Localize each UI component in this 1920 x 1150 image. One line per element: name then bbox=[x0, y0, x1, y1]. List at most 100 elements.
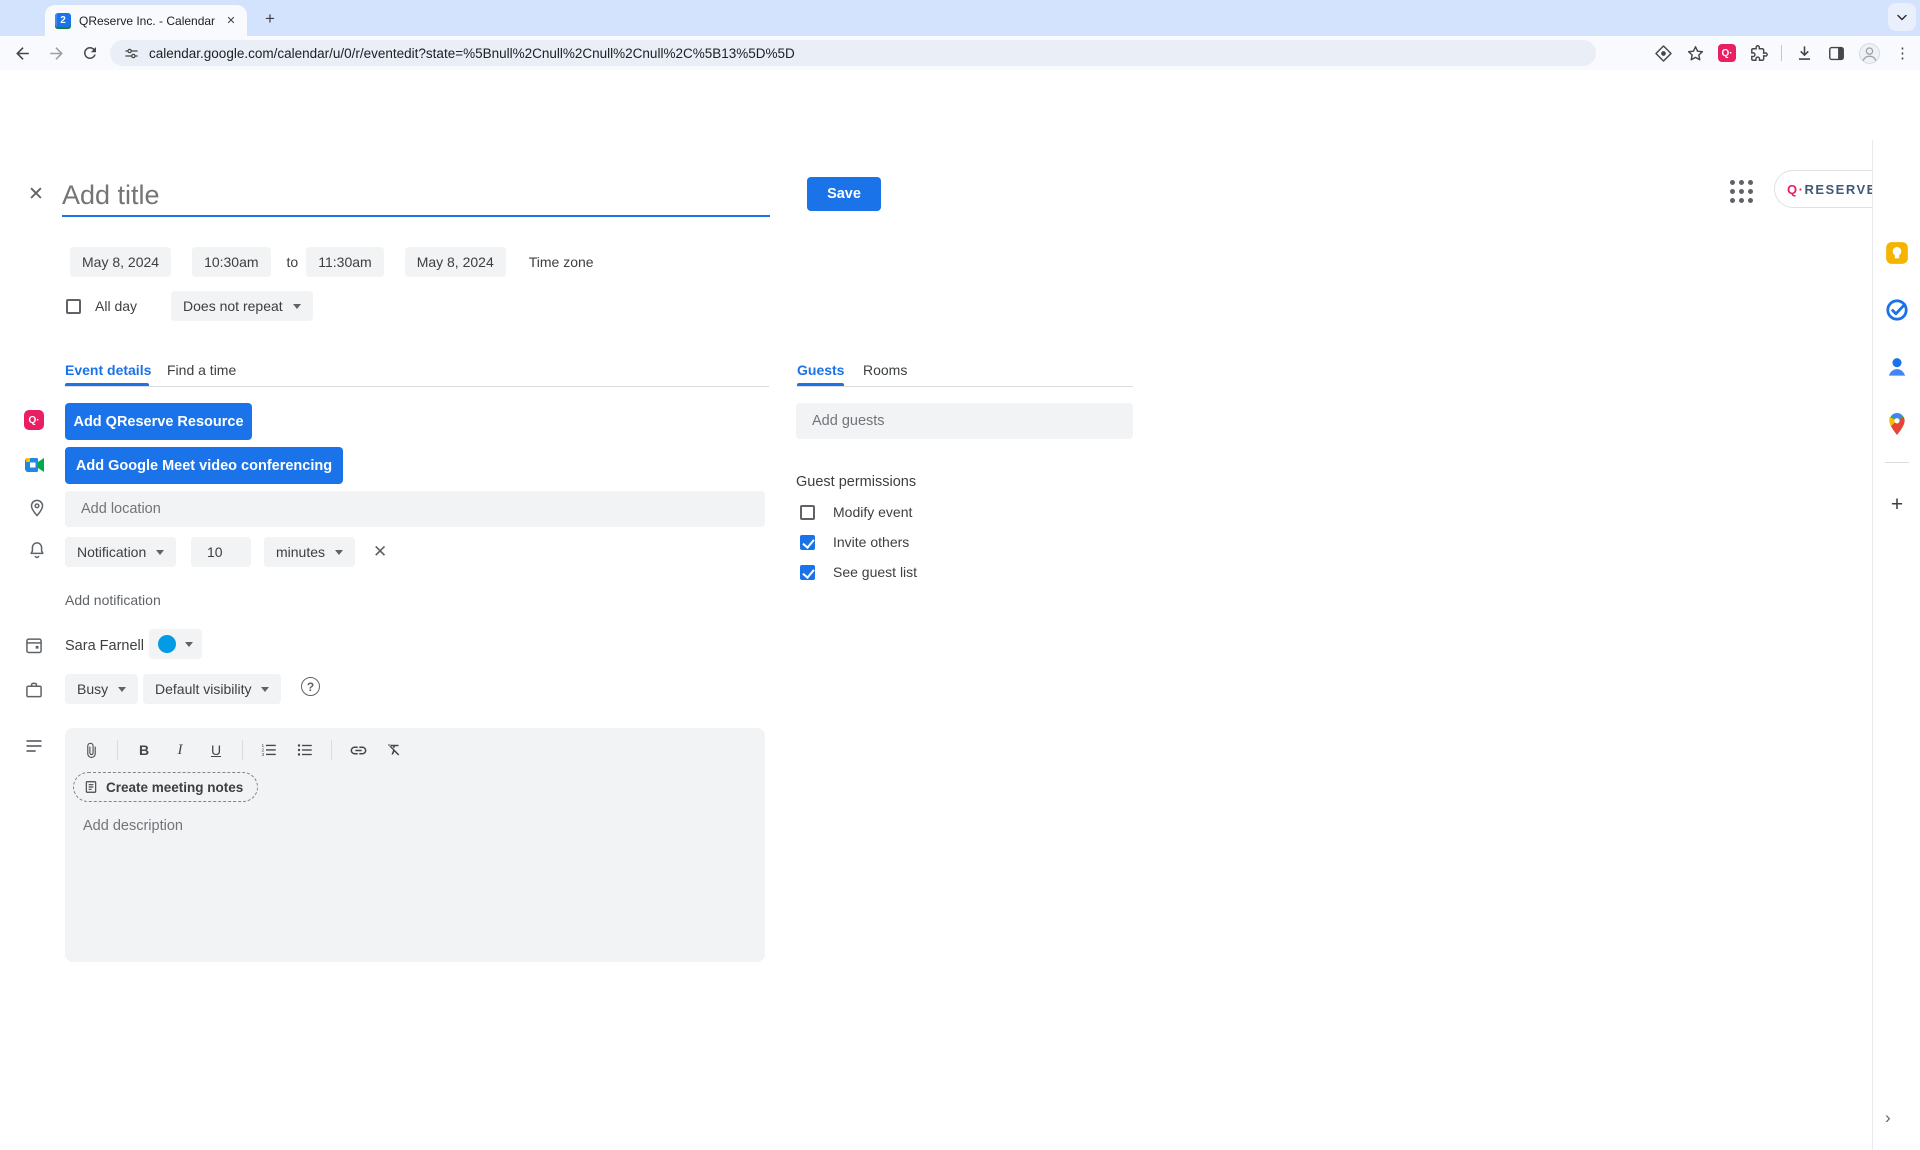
visibility-dropdown[interactable]: Default visibility bbox=[143, 674, 281, 704]
add-notification-link[interactable]: Add notification bbox=[65, 592, 161, 608]
add-qreserve-resource-button[interactable]: Add QReserve Resource bbox=[65, 403, 252, 440]
url-bar[interactable]: calendar.google.com/calendar/u/0/r/event… bbox=[110, 40, 1596, 66]
get-add-ons-button[interactable]: + bbox=[1884, 492, 1910, 518]
end-time-chip[interactable]: 11:30am bbox=[306, 247, 383, 277]
side-panel-icon[interactable] bbox=[1827, 44, 1846, 63]
ordered-list-icon[interactable]: 123 bbox=[259, 739, 279, 761]
attachment-icon[interactable] bbox=[81, 739, 101, 761]
new-tab-button[interactable]: + bbox=[258, 7, 282, 31]
tab-find-a-time[interactable]: Find a time bbox=[167, 362, 236, 378]
chevron-down-icon bbox=[156, 550, 164, 555]
permission-row-modify: Modify event bbox=[800, 504, 912, 520]
italic-button[interactable]: I bbox=[170, 739, 190, 761]
location-input[interactable] bbox=[65, 491, 765, 527]
event-calendar-icon bbox=[24, 635, 44, 655]
close-icon[interactable]: ✕ bbox=[22, 180, 50, 208]
tab-event-details[interactable]: Event details bbox=[65, 362, 151, 378]
chevron-down-icon bbox=[335, 550, 343, 555]
link-icon[interactable] bbox=[348, 739, 368, 761]
profile-avatar[interactable] bbox=[1859, 43, 1880, 64]
collapse-panel-chevron-icon[interactable]: › bbox=[1885, 1108, 1891, 1128]
contacts-icon[interactable] bbox=[1884, 354, 1910, 380]
browser-tab[interactable]: 2 QReserve Inc. - Calendar - Ev ✕ bbox=[45, 5, 247, 36]
create-meeting-notes-button[interactable]: Create meeting notes bbox=[73, 772, 258, 802]
reload-icon[interactable] bbox=[76, 39, 104, 67]
notification-unit-dropdown[interactable]: minutes bbox=[264, 537, 355, 567]
end-date-chip[interactable]: May 8, 2024 bbox=[405, 247, 506, 277]
all-day-label: All day bbox=[95, 298, 137, 314]
download-icon[interactable] bbox=[1795, 44, 1814, 63]
permission-row-invite: Invite others bbox=[800, 534, 909, 550]
toolbar-separator bbox=[1781, 45, 1782, 61]
qreserve-logo-text: Q·RESERVE bbox=[1787, 182, 1877, 197]
maps-icon[interactable] bbox=[1884, 411, 1910, 437]
calendar-owner-name: Sara Farnell bbox=[65, 638, 144, 654]
right-tabs-divider bbox=[797, 386, 1133, 387]
modify-event-checkbox[interactable] bbox=[800, 505, 815, 520]
url-text: calendar.google.com/calendar/u/0/r/event… bbox=[149, 46, 795, 61]
briefcase-icon bbox=[24, 680, 44, 700]
notification-minutes-input[interactable] bbox=[191, 537, 251, 567]
forward-icon[interactable] bbox=[42, 39, 70, 67]
svg-text:3: 3 bbox=[262, 752, 265, 758]
tab-guests[interactable]: Guests bbox=[797, 362, 844, 378]
tab-search-chevron-icon[interactable] bbox=[1888, 3, 1916, 31]
start-time-chip[interactable]: 10:30am bbox=[192, 247, 270, 277]
all-day-checkbox[interactable] bbox=[66, 299, 81, 314]
busy-dropdown[interactable]: Busy bbox=[65, 674, 138, 704]
chevron-down-icon bbox=[293, 304, 301, 309]
bold-button[interactable]: B bbox=[134, 739, 154, 761]
bookmark-star-icon[interactable] bbox=[1686, 44, 1705, 63]
datetime-row: May 8, 2024 10:30am to 11:30am May 8, 20… bbox=[70, 247, 594, 277]
back-icon[interactable] bbox=[8, 39, 36, 67]
format-toolbar: B I U 123 bbox=[81, 738, 404, 762]
guest-permissions-title: Guest permissions bbox=[796, 474, 916, 490]
calendar-favicon: 2 bbox=[55, 13, 71, 29]
underline-button[interactable]: U bbox=[206, 739, 226, 761]
add-guests-input[interactable] bbox=[796, 403, 1133, 439]
subject-icon bbox=[24, 736, 44, 756]
save-button[interactable]: Save bbox=[807, 177, 881, 211]
preview-icon[interactable] bbox=[1654, 44, 1673, 63]
meet-icon bbox=[23, 453, 47, 477]
invite-others-checkbox[interactable] bbox=[800, 535, 815, 550]
chevron-down-icon bbox=[185, 642, 193, 647]
tab-title: QReserve Inc. - Calendar - Ev bbox=[79, 14, 215, 28]
title-input[interactable] bbox=[62, 176, 770, 214]
menu-dots-icon[interactable]: ⋮ bbox=[1893, 44, 1912, 62]
remove-notification-icon[interactable]: ✕ bbox=[373, 543, 387, 560]
notification-type-dropdown[interactable]: Notification bbox=[65, 537, 176, 567]
google-apps-grid-icon[interactable] bbox=[1729, 179, 1755, 205]
visibility-help-icon[interactable]: ? bbox=[301, 677, 320, 696]
bullet-list-icon[interactable] bbox=[295, 739, 315, 761]
clear-format-icon[interactable] bbox=[384, 739, 404, 761]
site-info-icon[interactable] bbox=[124, 46, 139, 61]
description-panel[interactable]: B I U 123 Create meeting notes Add bbox=[65, 728, 765, 962]
extensions-puzzle-icon[interactable] bbox=[1749, 44, 1768, 63]
event-edit-page: ✕ Save Q·RESERVE May 8, 2024 10:30am to … bbox=[0, 70, 1920, 1080]
meeting-notes-icon bbox=[84, 780, 98, 794]
chevron-down-icon bbox=[118, 687, 126, 692]
workspace-side-panel: + › bbox=[1872, 140, 1920, 1150]
left-tabs-divider bbox=[65, 386, 769, 387]
event-color-dropdown[interactable] bbox=[149, 629, 202, 659]
see-guest-list-checkbox[interactable] bbox=[800, 565, 815, 580]
keep-icon[interactable] bbox=[1884, 240, 1910, 266]
add-google-meet-button[interactable]: Add Google Meet video conferencing bbox=[65, 447, 343, 484]
all-day-row: All day Does not repeat bbox=[66, 291, 313, 321]
chevron-down-icon bbox=[261, 687, 269, 692]
start-date-chip[interactable]: May 8, 2024 bbox=[70, 247, 171, 277]
timezone-link[interactable]: Time zone bbox=[529, 254, 594, 270]
recurrence-dropdown[interactable]: Does not repeat bbox=[171, 291, 313, 321]
side-panel-divider bbox=[1885, 462, 1909, 463]
title-underline bbox=[62, 215, 770, 217]
tasks-icon[interactable] bbox=[1884, 297, 1910, 323]
to-label: to bbox=[287, 254, 299, 270]
permission-row-guestlist: See guest list bbox=[800, 564, 917, 580]
browser-tab-strip: 2 QReserve Inc. - Calendar - Ev ✕ + bbox=[0, 0, 1920, 36]
event-color-dot bbox=[158, 635, 176, 653]
tab-close-icon[interactable]: ✕ bbox=[223, 13, 239, 29]
qreserve-extension-icon[interactable]: Q· bbox=[1718, 44, 1736, 62]
qreserve-app-icon: Q· bbox=[24, 410, 44, 430]
tab-rooms[interactable]: Rooms bbox=[863, 362, 907, 378]
